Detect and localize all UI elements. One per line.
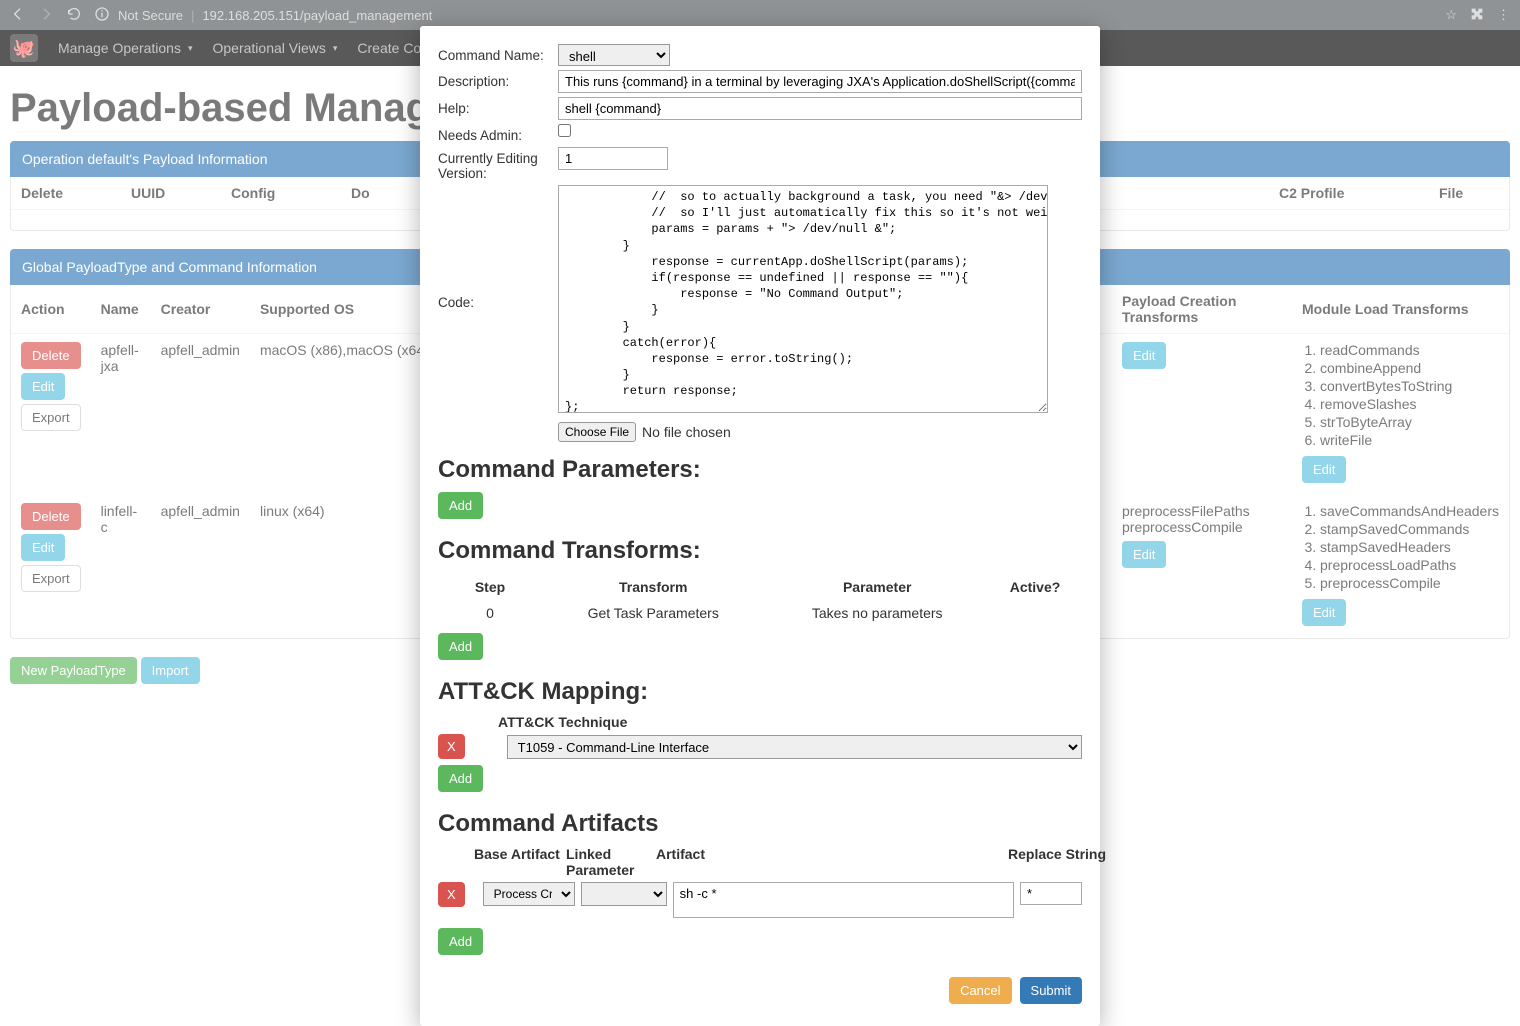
col-artifact: Artifact [656,846,990,878]
artifact-remove-button[interactable]: X [438,882,465,907]
add-artifact-button[interactable]: Add [438,928,483,955]
code-label: Code: [438,185,558,310]
needs-admin-label: Needs Admin: [438,124,558,143]
replace-string-input[interactable] [1020,882,1082,905]
version-label: Currently Editing Version: [438,147,558,181]
help-label: Help: [438,97,558,116]
transforms-table: Step Transform Parameter Active? 0 Get T… [438,573,1082,627]
add-transform-button[interactable]: Add [438,633,483,660]
attack-remove-button[interactable]: X [438,734,465,759]
version-input[interactable] [558,147,668,170]
help-input[interactable] [558,97,1082,120]
command-name-label: Command Name: [438,44,558,63]
description-label: Description: [438,70,558,89]
description-input[interactable] [558,70,1082,93]
add-parameter-button[interactable]: Add [438,492,483,519]
col-base-artifact: Base Artifact [474,846,566,878]
attack-heading: ATT&CK Mapping: [438,678,1082,706]
parameters-heading: Command Parameters: [438,456,1082,484]
col-linked-param: Linked Parameter [566,846,656,878]
artifact-textarea[interactable] [673,882,1014,918]
submit-button[interactable]: Submit [1020,977,1082,1004]
cancel-button[interactable]: Cancel [949,977,1011,1004]
choose-file-button[interactable]: Choose File [558,422,636,442]
artifacts-heading: Command Artifacts [438,810,1082,838]
add-attack-button[interactable]: Add [438,765,483,792]
transform-row: 0 Get Task Parameters Takes no parameter… [440,601,1080,625]
linked-param-select[interactable] [581,882,667,906]
edit-command-modal: Command Name: shell Description: Help: N… [420,26,1100,1026]
base-artifact-select[interactable]: Process Create [483,882,575,906]
col-replace: Replace String [1008,846,1082,878]
command-name-select[interactable]: shell [558,44,670,66]
attack-col-header: ATT&CK Technique [438,714,1082,730]
needs-admin-checkbox[interactable] [558,124,571,137]
code-textarea[interactable] [558,185,1048,413]
no-file-label: No file chosen [642,424,731,440]
transforms-heading: Command Transforms: [438,537,1082,565]
attack-technique-select[interactable]: T1059 - Command-Line Interface [507,735,1082,759]
